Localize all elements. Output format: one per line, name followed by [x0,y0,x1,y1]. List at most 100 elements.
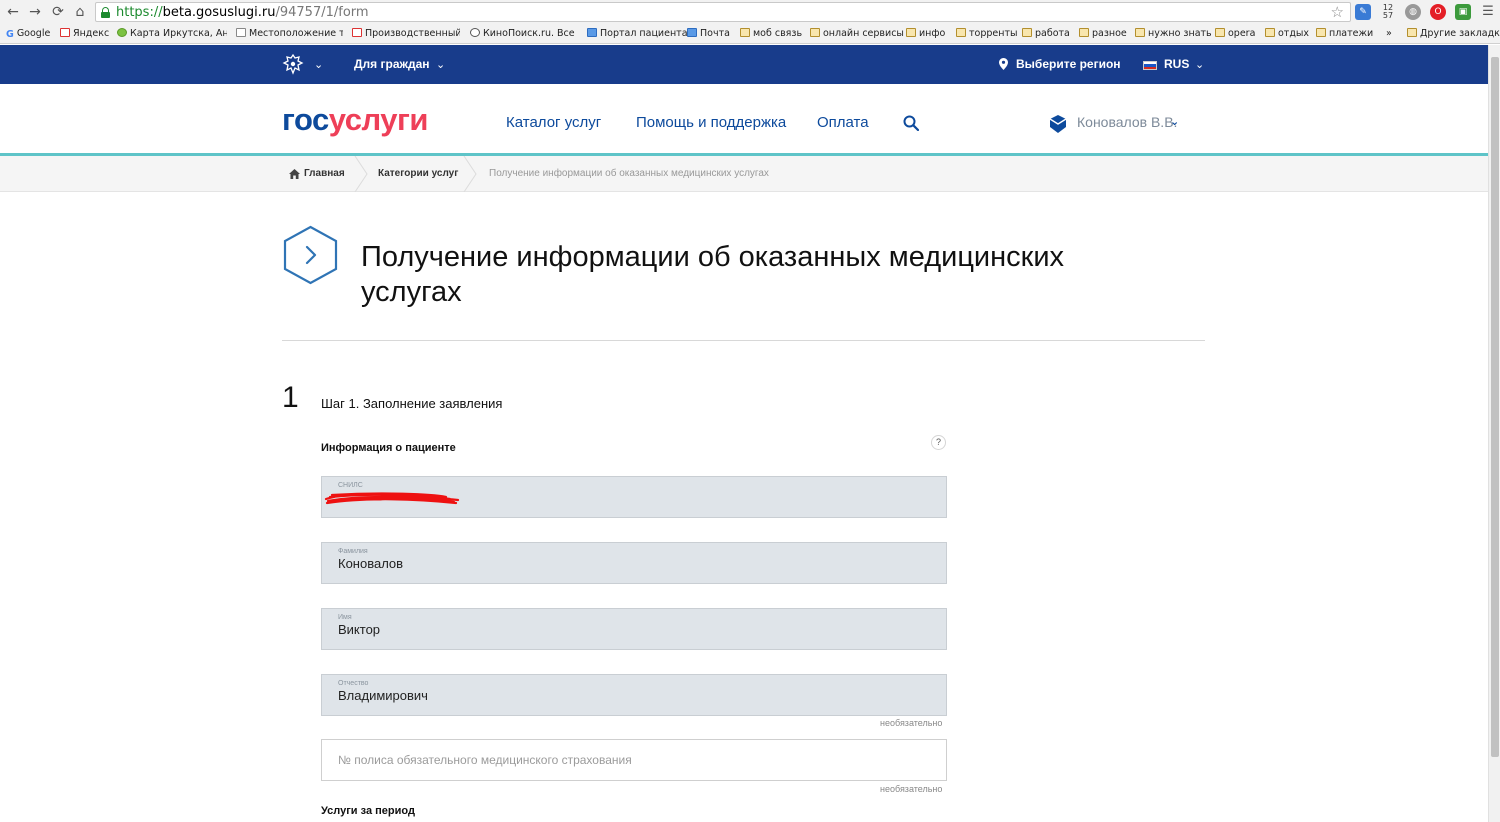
patronymic-label: Отчество [338,680,369,687]
oms-policy-field[interactable] [321,739,947,781]
menu-icon[interactable]: ☰ [1480,4,1496,20]
page-icon [587,28,597,37]
bookmark-folder-online[interactable]: онлайн сервисы [810,27,904,41]
bookmark-kinopoisk[interactable]: КиноПоиск.ru. Все ф [470,27,576,41]
user-name[interactable]: Коновалов В.В. [1077,114,1177,130]
name-label: Имя [338,614,352,621]
folder-icon [1407,28,1417,37]
location-pin-icon [999,58,1008,70]
site-topbar: ⌄ Для граждан ⌄ Выберите регион RUS ⌄ [0,45,1488,84]
bookmark-patient-portal[interactable]: Портал пациента [587,27,688,41]
page-scrollbar[interactable] [1488,45,1500,822]
title-divider [282,340,1205,341]
folder-icon [810,28,820,37]
page-icon [236,28,246,37]
page-icon [687,28,697,37]
citizens-menu[interactable]: Для граждан [354,45,430,84]
nav-help[interactable]: Помощь и поддержка [636,114,786,132]
surname-field[interactable]: Фамилия Коновалов [321,542,947,584]
url-text[interactable]: https://beta.gosuslugi.ru/94757/1/form [116,5,369,20]
coat-of-arms-icon[interactable] [282,53,304,75]
name-value: Виктор [338,622,381,637]
service-hexagon-icon [283,225,338,285]
bookmark-other[interactable]: Другие закладки [1407,27,1500,41]
chevron-down-icon[interactable]: ⌄ [1170,114,1179,130]
chevron-down-icon[interactable]: ⌄ [436,45,445,84]
folder-icon [1265,28,1275,37]
counter-badge-icon[interactable]: 12 57 [1380,4,1396,20]
back-button[interactable]: ← [5,3,21,21]
language-selector[interactable]: RUS [1164,45,1189,84]
bookmark-folder-info[interactable]: инфо [906,27,945,41]
gosuslugi-logo[interactable]: госуслуги [282,102,428,138]
folder-icon [1135,28,1145,37]
bookmark-folder-rest[interactable]: отдых [1265,27,1309,41]
surname-label: Фамилия [338,548,368,555]
reload-button[interactable]: ⟳ [50,3,66,21]
map-icon [117,28,127,37]
bookmark-production[interactable]: Производственный [352,27,460,41]
extension-icon[interactable]: ✎ [1355,4,1371,20]
bookmark-folder-know[interactable]: нужно знать [1135,27,1212,41]
folder-icon [956,28,966,37]
patronymic-value: Владимирович [338,688,428,703]
patronymic-field[interactable]: Отчество Владимирович [321,674,947,716]
patronymic-optional-note: необязательно [880,718,943,728]
home-icon[interactable] [289,169,300,179]
yandex-icon [60,28,70,37]
scrollbar-thumb[interactable] [1491,57,1499,757]
nav-payment[interactable]: Оплата [817,114,869,132]
bookmark-google[interactable]: G Google [6,27,50,41]
bookmark-folder-misc[interactable]: разное [1079,27,1127,41]
nav-catalog[interactable]: Каталог услуг [506,114,601,132]
browser-toolbar: ← → ⟳ ⌂ https://beta.gosuslugi.ru/94757/… [0,0,1500,24]
bookmarks-bar: GGoogle Яндекс Карта Иркутска, Анга Мест… [0,24,1500,44]
folder-icon [906,28,916,37]
folder-icon [1215,28,1225,37]
bookmark-folder-torrents[interactable]: торренты [956,27,1018,41]
folder-icon [740,28,750,37]
snils-field[interactable]: СНИЛС [321,476,947,518]
bookmark-folder-work[interactable]: работа [1022,27,1070,41]
bookmark-folder-mobile[interactable]: моб связь [740,27,802,41]
bookmark-map[interactable]: Карта Иркутска, Анга [117,27,227,41]
region-selector[interactable]: Выберите регион [1016,45,1121,84]
breadcrumb-separator [354,156,368,192]
folder-icon [1316,28,1326,37]
bookmarks-overflow-icon[interactable]: » [1386,27,1392,41]
oms-policy-input[interactable] [322,740,946,780]
folder-icon [1079,28,1089,37]
bookmark-yandex[interactable]: Яндекс [60,27,109,41]
name-field[interactable]: Имя Виктор [321,608,947,650]
user-account-icon[interactable] [1048,114,1068,134]
page-icon [352,28,362,37]
breadcrumb-categories[interactable]: Категории услуг [378,156,458,192]
site-header: госуслуги Каталог услуг Помощь и поддерж… [0,84,1488,156]
section-patient-info: Информация о пациенте [321,442,456,454]
folder-icon [1022,28,1032,37]
search-icon[interactable] [903,115,919,131]
bookmark-star-icon[interactable]: ☆ [1331,3,1344,21]
google-icon: G [6,29,14,40]
chevron-down-icon[interactable]: ⌄ [1195,45,1204,84]
globe-icon[interactable]: ◍ [1405,4,1421,20]
opera-icon[interactable]: O [1430,4,1446,20]
lock-icon [101,7,110,18]
forward-button[interactable]: → [27,3,43,21]
policy-optional-note: необязательно [880,784,943,794]
help-icon[interactable]: ? [931,435,946,450]
bookmark-folder-payments[interactable]: платежи [1316,27,1373,41]
step-number: 1 [282,381,299,414]
address-bar[interactable]: https://beta.gosuslugi.ru/94757/1/form ☆ [95,2,1351,22]
extension-icon-green[interactable]: ▣ [1455,4,1471,20]
bookmark-folder-opera[interactable]: opera [1215,27,1255,41]
bookmark-location[interactable]: Местоположение тр [236,27,343,41]
breadcrumb-home[interactable]: Главная [304,156,345,192]
breadcrumb-separator [463,156,477,192]
globe-icon [470,28,480,37]
surname-value: Коновалов [338,556,404,571]
chevron-down-icon[interactable]: ⌄ [314,45,323,84]
russia-flag-icon [1143,61,1157,70]
bookmark-mail[interactable]: Почта [687,27,730,41]
home-button[interactable]: ⌂ [72,3,88,21]
